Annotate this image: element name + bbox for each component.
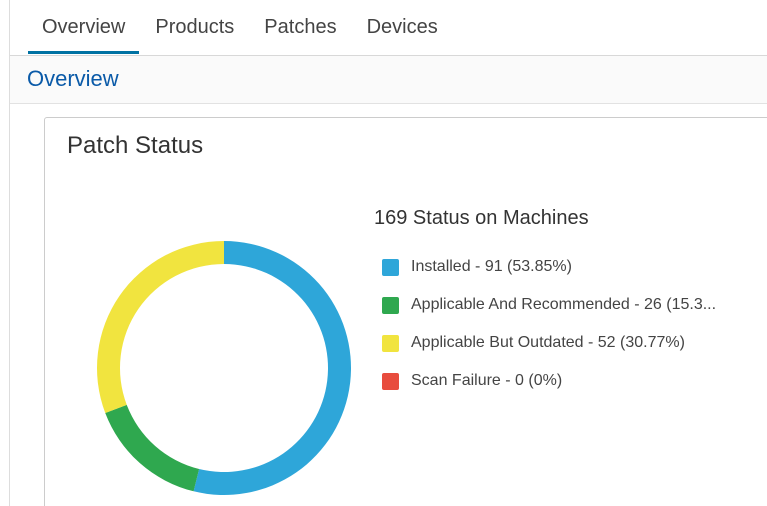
tab-products[interactable]: Products — [141, 0, 248, 54]
legend-swatch-scan-failure — [382, 372, 399, 390]
slice-applicable-outdated[interactable] — [97, 241, 224, 414]
tab-bar: Overview Products Patches Devices — [10, 0, 767, 56]
chart-legend: Installed - 91 (53.85%) Applicable And R… — [382, 248, 767, 400]
tab-patches[interactable]: Patches — [250, 0, 350, 54]
slice-installed[interactable] — [193, 241, 351, 495]
tab-devices[interactable]: Devices — [353, 0, 452, 54]
section-header: Overview — [10, 56, 767, 104]
slice-applicable-recommended[interactable] — [105, 404, 200, 492]
legend-item-applicable-recommended[interactable]: Applicable And Recommended - 26 (15.3... — [382, 286, 767, 324]
legend-item-installed[interactable]: Installed - 91 (53.85%) — [382, 248, 767, 286]
legend-item-scan-failure[interactable]: Scan Failure - 0 (0%) — [382, 362, 767, 400]
patch-overview-page: Overview Products Patches Devices Overvi… — [0, 0, 767, 506]
legend-label-applicable-recommended: Applicable And Recommended - 26 (15.3... — [411, 296, 717, 313]
legend-swatch-applicable-outdated — [382, 334, 399, 352]
patch-status-card: Patch Status 169 Status on Machines Inst… — [44, 117, 767, 506]
legend-swatch-applicable-recommended — [382, 296, 399, 314]
patch-status-donut-chart — [97, 241, 351, 495]
legend-swatch-installed — [382, 258, 399, 276]
legend-label-installed: Installed - 91 (53.85%) — [411, 258, 572, 275]
legend-item-applicable-outdated[interactable]: Applicable But Outdated - 52 (30.77%) — [382, 324, 767, 362]
overview-link[interactable]: Overview — [27, 66, 119, 92]
legend-label-applicable-outdated: Applicable But Outdated - 52 (30.77%) — [411, 334, 685, 351]
legend-label-scan-failure: Scan Failure - 0 (0%) — [411, 372, 563, 389]
legend-title: 169 Status on Machines — [374, 207, 589, 229]
card-title: Patch Status — [67, 132, 204, 159]
tab-overview[interactable]: Overview — [28, 0, 140, 54]
